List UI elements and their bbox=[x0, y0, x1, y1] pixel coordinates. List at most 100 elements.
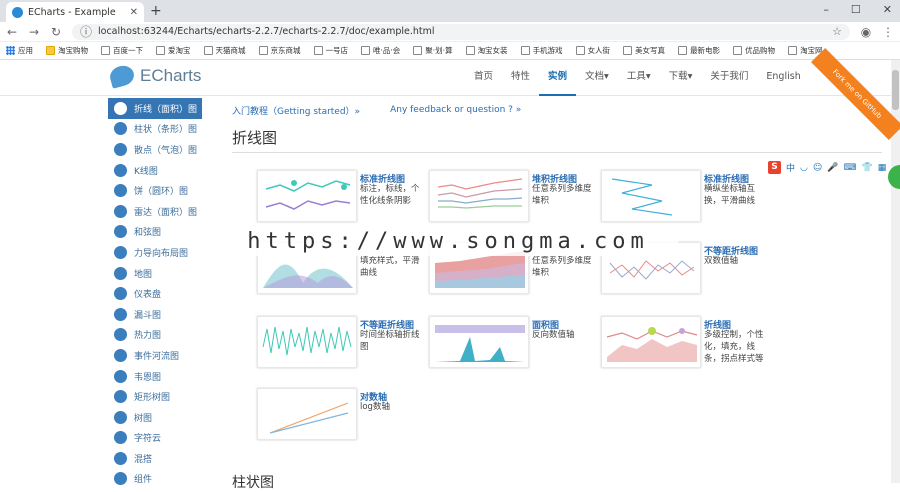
map-icon bbox=[114, 266, 127, 280]
echarts-logo[interactable]: ECharts bbox=[107, 63, 202, 89]
example-card[interactable]: 标准折线图 横纵坐标轴互换，平滑曲线 bbox=[601, 170, 769, 225]
tools-icon[interactable]: ▦ bbox=[878, 163, 887, 173]
bookmark-item[interactable]: 女人街 bbox=[575, 45, 610, 56]
menu-icon[interactable]: ⋮ bbox=[882, 25, 894, 39]
sidebar-item-line[interactable]: 折线（面积）图 bbox=[108, 98, 202, 119]
bookmark-item[interactable]: 淘宝购物 bbox=[46, 45, 88, 56]
feedback-link[interactable]: Any feedback or question ? » bbox=[390, 105, 521, 115]
logo-text: ECharts bbox=[140, 66, 202, 85]
page-icon bbox=[520, 46, 530, 55]
example-card[interactable]: 标准折线图 标注，标线，个性化线条阴影 bbox=[257, 170, 425, 225]
inverse-axis-area-thumbnail-icon bbox=[435, 325, 525, 362]
page-icon bbox=[788, 46, 798, 55]
sidebar-item-k[interactable]: K线图 bbox=[108, 160, 202, 181]
address-bar[interactable]: ⓘ localhost:63244/Echarts/echarts-2.2.7/… bbox=[72, 23, 850, 40]
nav-features[interactable]: 特性 bbox=[502, 60, 539, 96]
bookmark-item[interactable]: 手机游戏 bbox=[520, 45, 563, 56]
bookmark-item[interactable]: 天猫商城 bbox=[203, 45, 246, 56]
close-icon[interactable]: ✕ bbox=[130, 7, 138, 18]
maximize-icon[interactable]: ☐ bbox=[851, 3, 861, 16]
tree-icon bbox=[114, 410, 127, 424]
example-thumbnail[interactable] bbox=[257, 388, 357, 440]
sidebar-item-funnel[interactable]: 漏斗图 bbox=[108, 304, 202, 325]
sogou-logo[interactable]: S bbox=[768, 161, 781, 174]
forward-icon[interactable]: → bbox=[28, 25, 40, 39]
gauge-icon bbox=[114, 287, 127, 301]
scatter-chart-icon bbox=[114, 142, 127, 156]
example-card[interactable]: 面积图 反向数值轴 bbox=[429, 316, 597, 371]
site-header: ECharts 首页 特性 实例 文档▾ 工具▾ 下载▾ 关于我们 Englis… bbox=[0, 60, 900, 96]
nav-docs[interactable]: 文档▾ bbox=[576, 60, 618, 96]
example-card[interactable]: 折线图 多级控制，个性化，填充，线条，拐点样式等 bbox=[601, 316, 769, 371]
sidebar-item-venn[interactable]: 韦恩图 bbox=[108, 366, 202, 387]
sidebar-item-map[interactable]: 地图 bbox=[108, 263, 202, 284]
bookmark-item[interactable]: 最新电影 bbox=[678, 45, 720, 56]
example-thumbnail[interactable] bbox=[257, 170, 357, 222]
sidebar-item-wordcloud[interactable]: 字符云 bbox=[108, 428, 202, 449]
example-card[interactable]: 对数轴 log数轴 bbox=[257, 388, 425, 443]
back-icon[interactable]: ← bbox=[6, 25, 18, 39]
example-thumbnail[interactable] bbox=[601, 316, 701, 368]
bookmark-item[interactable]: 聚·划·算 bbox=[413, 45, 453, 56]
sidebar-item-scatter[interactable]: 散点（气泡）图 bbox=[108, 139, 202, 160]
minimize-icon[interactable]: – bbox=[823, 3, 829, 16]
card-desc: 标注，标线，个性化线条阴影 bbox=[360, 184, 420, 206]
nav-home[interactable]: 首页 bbox=[465, 60, 502, 96]
example-card[interactable]: 堆积折线图 任意系列多维度堆积 bbox=[429, 170, 597, 225]
emoji-icon[interactable]: ☺ bbox=[813, 163, 822, 173]
nav-download[interactable]: 下载▾ bbox=[660, 60, 702, 96]
close-window-icon[interactable]: ✕ bbox=[883, 3, 892, 16]
example-thumbnail[interactable] bbox=[257, 316, 357, 368]
sidebar-item-eventriver[interactable]: 事件河流图 bbox=[108, 345, 202, 366]
sidebar-item-force[interactable]: 力导向布局图 bbox=[108, 242, 202, 263]
sidebar-item-bar[interactable]: 柱状（条形）图 bbox=[108, 119, 202, 140]
punctuation-icon[interactable]: ◡ bbox=[800, 163, 808, 173]
sidebar-item-component[interactable]: 组件 bbox=[108, 469, 202, 490]
browser-tab[interactable]: ECharts - Example ✕ bbox=[6, 2, 144, 22]
bookmark-item[interactable]: 优品购物 bbox=[733, 45, 775, 56]
example-thumbnail[interactable] bbox=[429, 170, 529, 222]
card-desc: 任意系列多维度堆积 bbox=[532, 184, 592, 206]
sidebar-item-gauge[interactable]: 仪表盘 bbox=[108, 283, 202, 304]
page-icon bbox=[623, 46, 633, 55]
bookmark-item[interactable]: 美女写真 bbox=[623, 45, 665, 56]
reload-icon[interactable]: ↻ bbox=[50, 25, 62, 39]
sidebar-item-chord[interactable]: 和弦图 bbox=[108, 222, 202, 243]
sidebar-item-treemap[interactable]: 矩形树图 bbox=[108, 386, 202, 407]
nav-examples[interactable]: 实例 bbox=[539, 60, 577, 96]
sidebar-item-heatmap[interactable]: 热力图 bbox=[108, 325, 202, 346]
example-thumbnail[interactable] bbox=[429, 316, 529, 368]
sidebar-item-radar[interactable]: 雷达（面积）图 bbox=[108, 201, 202, 222]
section-title: 折线图 bbox=[232, 127, 882, 153]
bookmark-item[interactable]: 爱淘宝 bbox=[156, 45, 191, 56]
keyboard-icon[interactable]: ⌨ bbox=[843, 163, 856, 173]
bookmark-apps[interactable]: 应用 bbox=[6, 45, 33, 56]
mic-icon[interactable]: 🎤 bbox=[827, 163, 838, 173]
nav-about[interactable]: 关于我们 bbox=[701, 60, 757, 96]
floating-green-button[interactable] bbox=[888, 165, 900, 189]
url-text[interactable]: localhost:63244/Echarts/echarts-2.2.7/ec… bbox=[98, 26, 826, 37]
sidebar-item-tree[interactable]: 树图 bbox=[108, 407, 202, 428]
info-icon[interactable]: ⓘ bbox=[80, 23, 92, 40]
skin-icon[interactable]: 👕 bbox=[861, 163, 872, 173]
new-tab-icon[interactable]: + bbox=[150, 3, 162, 19]
log-axis-thumbnail-icon bbox=[269, 402, 349, 434]
bookmark-item[interactable]: 唯·品·会 bbox=[361, 45, 400, 56]
ime-lang-toggle[interactable]: 中 bbox=[786, 161, 795, 174]
bookmark-item[interactable]: 百度一下 bbox=[101, 45, 143, 56]
bookmark-star-icon[interactable]: ☆ bbox=[832, 25, 842, 38]
bookmark-item[interactable]: 一号店 bbox=[313, 45, 348, 56]
nav-tools[interactable]: 工具▾ bbox=[618, 60, 660, 96]
sidebar-item-mix[interactable]: 混搭 bbox=[108, 448, 202, 469]
scrollbar-thumb[interactable] bbox=[892, 70, 899, 110]
page-icon bbox=[678, 46, 688, 55]
example-card[interactable]: 不等距折线图 时间坐标轴折线图 bbox=[257, 316, 425, 371]
bookmark-item[interactable]: 京东商城 bbox=[258, 45, 301, 56]
page-icon bbox=[313, 46, 323, 55]
example-thumbnail[interactable] bbox=[601, 170, 701, 222]
account-icon[interactable]: ◉ bbox=[860, 25, 872, 39]
nav-english[interactable]: English bbox=[757, 60, 809, 96]
getting-started-link[interactable]: 入门教程（Getting started）» bbox=[232, 104, 360, 117]
sidebar-item-pie[interactable]: 饼（圆环）图 bbox=[108, 180, 202, 201]
bookmark-item[interactable]: 淘宝女装 bbox=[465, 45, 508, 56]
